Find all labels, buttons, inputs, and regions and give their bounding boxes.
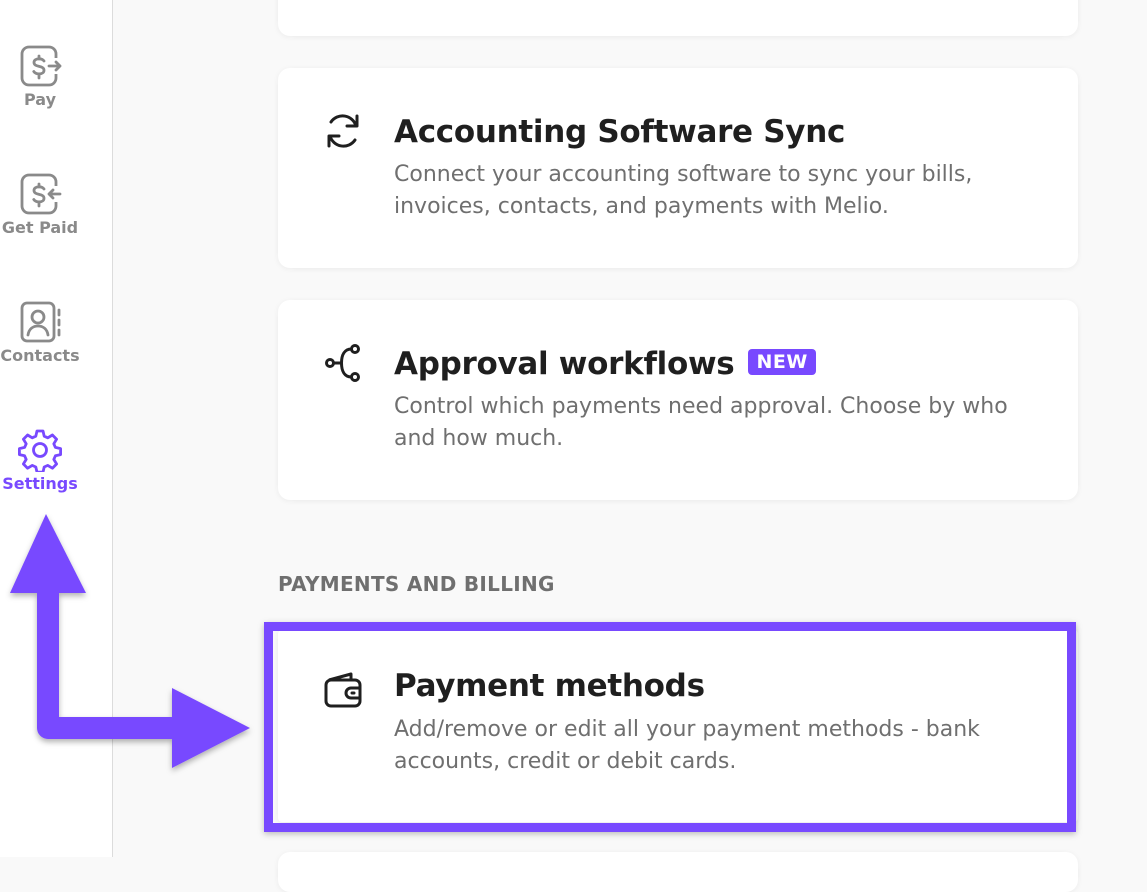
- card-title: Approval workflows NEW: [394, 346, 816, 382]
- workflow-icon: [325, 344, 360, 382]
- dollar-in-icon: [20, 173, 62, 215]
- payment-methods-card[interactable]: Payment methods Add/remove or edit all y…: [278, 630, 1078, 822]
- section-heading-payments-billing: PAYMENTS AND BILLING: [278, 572, 555, 596]
- card-title: Payment methods: [394, 668, 705, 704]
- approval-workflows-card[interactable]: Approval workflows NEW Control which paym…: [278, 300, 1078, 500]
- card-description: Add/remove or edit all your payment meth…: [394, 717, 980, 774]
- sidebar-item-label: Contacts: [0, 346, 80, 365]
- settings-card-next[interactable]: [278, 852, 1078, 892]
- sidebar-item-contacts[interactable]: Contacts: [0, 300, 80, 365]
- accounting-sync-card[interactable]: Accounting Software Sync Connect your ac…: [278, 68, 1078, 268]
- sync-icon: [327, 114, 359, 148]
- sidebar-item-label: Settings: [2, 474, 78, 493]
- settings-card-previous[interactable]: [278, 0, 1078, 36]
- sidebar-item-label: Pay: [23, 90, 57, 109]
- sidebar: Pay Get Paid Contacts Settings: [0, 0, 113, 857]
- new-badge: NEW: [748, 348, 816, 375]
- card-title: Accounting Software Sync: [394, 114, 846, 150]
- wallet-icon: [324, 672, 362, 708]
- gear-icon: [18, 429, 62, 472]
- card-description: Control which payments need approval. Ch…: [394, 394, 1008, 451]
- contacts-book-icon: [20, 301, 61, 343]
- card-title-text: Approval workflows: [394, 346, 735, 382]
- dollar-out-icon: [20, 45, 62, 87]
- sidebar-item-get-paid[interactable]: Get Paid: [0, 172, 80, 237]
- card-description: Connect your accounting software to sync…: [394, 162, 973, 219]
- sidebar-item-settings[interactable]: Settings: [0, 428, 80, 493]
- sidebar-item-label: Get Paid: [1, 218, 79, 237]
- sidebar-item-pay[interactable]: Pay: [0, 44, 80, 109]
